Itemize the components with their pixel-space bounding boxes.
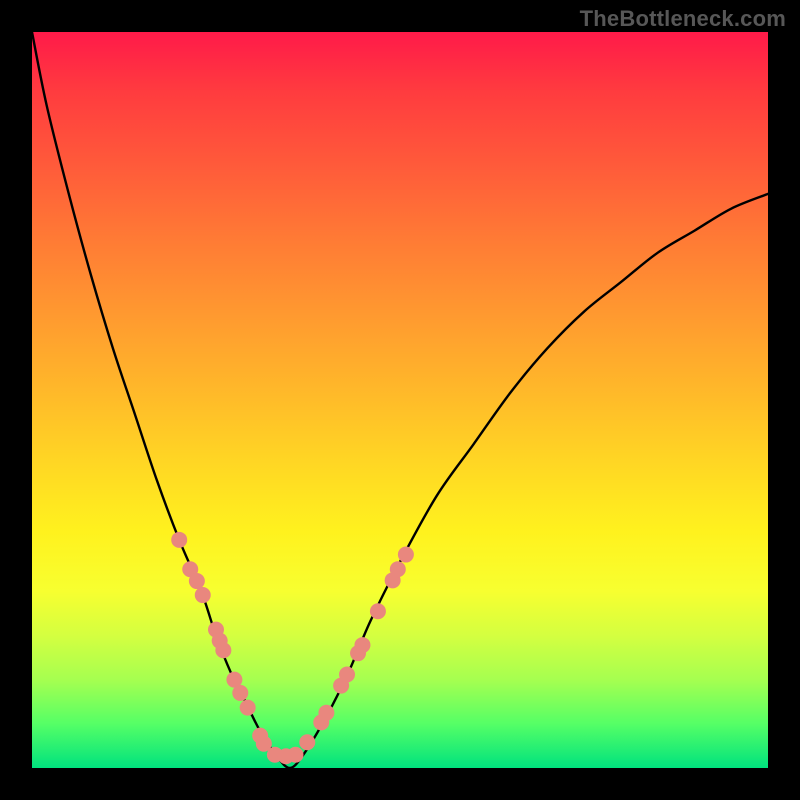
- marker-point: [390, 561, 406, 577]
- marker-point: [370, 603, 386, 619]
- chart-svg: [32, 32, 768, 768]
- marker-point: [318, 705, 334, 721]
- marker-point: [215, 642, 231, 658]
- marker-point: [189, 573, 205, 589]
- marker-point: [195, 587, 211, 603]
- marker-point: [299, 734, 315, 750]
- marker-group: [171, 532, 414, 764]
- marker-point: [171, 532, 187, 548]
- marker-point: [287, 747, 303, 763]
- marker-point: [339, 667, 355, 683]
- marker-point: [354, 637, 370, 653]
- marker-point: [240, 700, 256, 716]
- marker-point: [232, 685, 248, 701]
- bottleneck-curve: [32, 32, 768, 768]
- plot-area: [32, 32, 768, 768]
- branding-watermark: TheBottleneck.com: [580, 6, 786, 32]
- marker-point: [398, 547, 414, 563]
- outer-frame: TheBottleneck.com: [0, 0, 800, 800]
